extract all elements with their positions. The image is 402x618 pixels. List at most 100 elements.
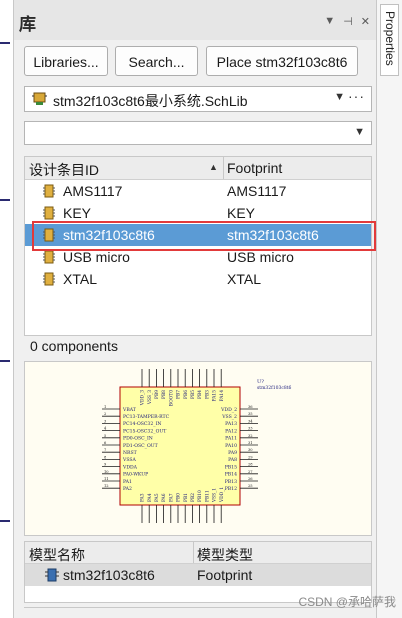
- pin-number: 27: [248, 470, 253, 474]
- stm32-symbol: U?stm32f103c8t6 VBAT 1 PC13-TAMPER-RTC 2 PC14…: [102, 369, 292, 523]
- pin-label: PB13: [225, 479, 237, 485]
- pin-label: PB2: [191, 493, 196, 502]
- component-icon: [43, 206, 55, 220]
- pin-number: 7: [104, 448, 107, 452]
- pin-label: PA10: [225, 443, 237, 449]
- pin-label: PB0: [177, 493, 182, 502]
- pin-number: 8: [104, 455, 107, 459]
- pin-number: 35: [248, 412, 253, 416]
- pin-label: PB10: [198, 490, 203, 502]
- comment-label: stm32f103c8t6: [257, 385, 292, 391]
- table-row[interactable]: XTAL XTAL: [25, 268, 371, 290]
- column-header-footprint[interactable]: Footprint: [227, 160, 282, 176]
- pin-number: 11: [104, 477, 109, 481]
- sort-ascending-icon: ▲: [209, 162, 218, 172]
- component-name: XTAL: [63, 271, 97, 287]
- filter-combo[interactable]: ▼: [24, 121, 372, 145]
- pin-label: PA8: [228, 457, 237, 463]
- table-row[interactable]: AMS1117 AMS1117: [25, 180, 371, 202]
- pin-label: VDD_2: [220, 407, 237, 413]
- pin-label: PD1-OSC_OUT: [123, 443, 159, 449]
- pin-label: PB14: [225, 472, 237, 478]
- library-select[interactable]: stm32f103c8t6最小系统.SchLib ▼ ···: [24, 86, 372, 112]
- component-name: AMS1117: [63, 183, 123, 199]
- pin-label: PC14-OSC32_IN: [123, 421, 161, 427]
- symbol-preview: U? stm32f103c8t6 VBAT 1 PC13-TAMPER-RTC 2 PC14…: [24, 361, 372, 536]
- pin-label: PC15-OSC32_OUT: [123, 428, 167, 434]
- pin-number: 1: [104, 405, 106, 409]
- model-name: stm32f103c8t6: [63, 567, 155, 583]
- pin-number: 9: [104, 463, 107, 467]
- model-type: Footprint: [197, 567, 253, 583]
- pin-label: PA5: [155, 493, 160, 502]
- pin-number: 31: [248, 441, 253, 445]
- column-header-id[interactable]: 设计条目ID: [29, 160, 99, 180]
- pin-label: PB7: [177, 390, 182, 399]
- pin-number: 3: [104, 419, 107, 423]
- schlib-icon: [32, 92, 47, 105]
- pin-label: VDD_1: [220, 487, 225, 503]
- schematic-mark: [0, 520, 10, 522]
- component-footprint: USB micro: [227, 249, 294, 265]
- schematic-mark: [0, 360, 10, 362]
- column-header-model-name[interactable]: 模型名称: [29, 545, 85, 565]
- pin-label: VSS_2: [221, 414, 237, 420]
- more-options-icon[interactable]: ···: [348, 88, 365, 104]
- libraries-button[interactable]: Libraries...: [24, 46, 108, 76]
- pin-label: PA13: [225, 421, 237, 427]
- pin-number: 26: [248, 477, 253, 481]
- pin-label: PD0-OSC_IN: [123, 436, 153, 442]
- place-button[interactable]: Place stm32f103c8t6: [206, 46, 358, 76]
- pin-label: PA11: [225, 436, 237, 442]
- component-icon: [43, 272, 55, 286]
- designator-label: U?: [257, 379, 264, 385]
- pin-number: 36: [248, 405, 253, 409]
- pin-label: PB4: [198, 390, 203, 399]
- pin-label: PC13-TAMPER-RTC: [123, 414, 170, 420]
- pin-number: 28: [248, 463, 253, 467]
- selection-highlight-annotation: [32, 221, 376, 251]
- pin-number: 6: [104, 441, 107, 445]
- model-list-header: 模型名称 模型类型: [25, 542, 371, 564]
- pin-label: PB15: [225, 464, 237, 470]
- pin-number: 32: [248, 434, 253, 438]
- right-dock: Properties: [376, 0, 402, 618]
- pin-label: PB8: [162, 390, 167, 399]
- pin-label: PA0-WKUP: [123, 472, 148, 478]
- pin-number: 34: [248, 419, 253, 423]
- search-button[interactable]: Search...: [115, 46, 198, 76]
- pin-number: 29: [248, 455, 253, 459]
- component-icon: [43, 250, 55, 264]
- component-name: USB micro: [63, 249, 130, 265]
- properties-tab-label: Properties: [383, 11, 397, 66]
- pin-label: PA3: [141, 493, 146, 502]
- pin-label: PB12: [225, 486, 237, 492]
- pin-label: BOOT0: [169, 390, 174, 406]
- pin-label: PA14: [220, 390, 225, 402]
- pin-label: NRST: [123, 450, 138, 456]
- pin-number: 2: [104, 412, 106, 416]
- model-row[interactable]: stm32f103c8t6 Footprint: [25, 564, 371, 586]
- pin-label: PA4: [148, 493, 153, 502]
- column-header-model-type[interactable]: 模型类型: [197, 545, 253, 565]
- pin-icon[interactable]: ⊣: [343, 15, 353, 28]
- component-icon: [43, 184, 55, 198]
- pin-label: VSS_1: [213, 488, 218, 503]
- pin-label: VDD_3: [141, 390, 146, 406]
- schematic-mark: [0, 199, 10, 201]
- pin-label: PA7: [169, 493, 174, 502]
- pin-label: VBAT: [122, 407, 137, 413]
- pin-number: 10: [104, 470, 109, 474]
- pin-label: VDDA: [122, 464, 138, 470]
- pin-label: PA12: [225, 428, 237, 434]
- component-count: 0 components: [30, 338, 118, 354]
- close-icon[interactable]: ✕: [361, 15, 370, 28]
- dropdown-icon[interactable]: ▼: [324, 15, 335, 28]
- pin-label: VSS_3: [148, 390, 153, 405]
- chevron-down-icon[interactable]: ▼: [334, 91, 345, 103]
- chevron-down-icon[interactable]: ▼: [354, 126, 365, 138]
- pin-number: 5: [104, 434, 107, 438]
- properties-tab[interactable]: Properties: [380, 4, 399, 76]
- schematic-mark: [0, 42, 10, 44]
- pin-label: PB11: [205, 490, 210, 502]
